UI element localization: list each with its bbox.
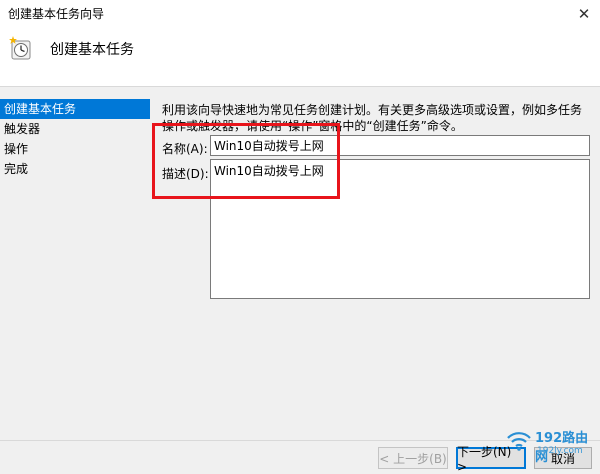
sidebar-item-finish[interactable]: 完成 xyxy=(0,159,150,179)
watermark-url: 192ly.com xyxy=(537,446,583,456)
task-scheduler-icon xyxy=(9,36,31,60)
sidebar-item-create-basic-task[interactable]: 创建基本任务 xyxy=(0,99,150,119)
wifi-icon xyxy=(507,432,531,451)
close-icon: ✕ xyxy=(577,5,591,23)
annotation-highlight-box xyxy=(152,123,340,199)
sidebar-item-trigger[interactable]: 触发器 xyxy=(0,119,150,139)
close-button[interactable]: ✕ xyxy=(574,4,594,24)
page-title: 创建基本任务 xyxy=(50,42,134,58)
sidebar-item-action[interactable]: 操作 xyxy=(0,139,150,159)
title-bar: 创建基本任务向导 ✕ xyxy=(0,0,600,28)
wizard-header: 创建基本任务 xyxy=(0,28,600,86)
watermark-logo: 192路由网 192ly.com xyxy=(505,424,600,465)
back-button[interactable]: < 上一步(B) xyxy=(378,447,448,469)
window-title: 创建基本任务向导 xyxy=(8,7,105,21)
wizard-window: 创建基本任务向导 ✕ 创建基本任务 创建基本任务 触发器 操作 完成 利用该向导… xyxy=(0,0,600,474)
wizard-steps-sidebar: 创建基本任务 触发器 操作 完成 xyxy=(0,99,150,399)
